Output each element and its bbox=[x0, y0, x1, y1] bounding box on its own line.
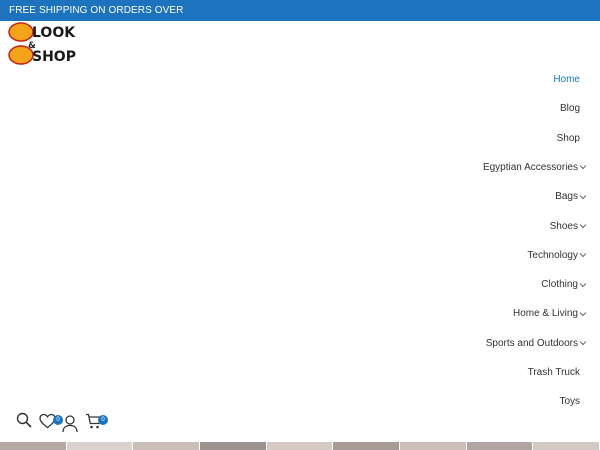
product-thumb[interactable] bbox=[533, 442, 600, 450]
product-image-strip bbox=[0, 442, 600, 450]
header-icons: 0 0 bbox=[16, 412, 126, 436]
account-user-icon[interactable] bbox=[62, 415, 80, 433]
nav-item-label: Shop bbox=[556, 132, 580, 144]
nav-item-shop[interactable]: Shop bbox=[557, 124, 580, 153]
nav-item-clothing[interactable]: Clothing bbox=[541, 270, 587, 299]
product-thumb[interactable] bbox=[333, 442, 401, 450]
product-thumb[interactable] bbox=[66, 442, 134, 450]
nav-item-bags[interactable]: Bags bbox=[555, 182, 587, 211]
nav-item-label: Home bbox=[553, 74, 580, 85]
nav-item-label: Clothing bbox=[541, 279, 578, 291]
chevron-down-icon bbox=[579, 312, 587, 317]
nav-item-trash-truck[interactable]: Trash Truck bbox=[528, 358, 580, 387]
product-thumb[interactable] bbox=[0, 442, 67, 450]
nav-item-label: Home & Living bbox=[512, 308, 578, 320]
promo-bar: FREE SHIPPING ON ORDERS OVER bbox=[0, 0, 600, 21]
chevron-down-icon bbox=[579, 253, 587, 258]
chevron-down-icon bbox=[579, 194, 587, 199]
chevron-down-icon bbox=[579, 165, 587, 170]
nav-item-label: Trash Truck bbox=[527, 367, 580, 378]
nav-item-home-living[interactable]: Home & Living bbox=[513, 299, 587, 328]
nav-item-blog[interactable]: Blog bbox=[560, 94, 580, 123]
product-thumb[interactable] bbox=[466, 442, 534, 450]
nav-item-label: Technology bbox=[527, 249, 578, 261]
promo-text: FREE SHIPPING ON ORDERS OVER bbox=[9, 5, 184, 16]
nav-item-home[interactable]: Home bbox=[553, 65, 580, 94]
nav-item-label: Egyptian Accessories bbox=[482, 161, 578, 173]
nav-item-toys[interactable]: Toys bbox=[559, 387, 580, 416]
site-logo[interactable]: LOOK & SHOP bbox=[8, 22, 80, 66]
nav-item-label: Toys bbox=[559, 396, 580, 408]
chevron-down-icon bbox=[579, 282, 587, 287]
cart-count-badge: 0 bbox=[98, 415, 108, 425]
nav-item-sports-and-outdoors[interactable]: Sports and Outdoors bbox=[486, 329, 587, 358]
product-thumb[interactable] bbox=[266, 442, 334, 450]
product-thumb[interactable] bbox=[200, 442, 267, 450]
nav-item-egyptian-accessories[interactable]: Egyptian Accessories bbox=[483, 153, 587, 182]
nav-item-label: Sports and Outdoors bbox=[485, 337, 578, 349]
nav-item-label: Bags bbox=[555, 191, 578, 203]
chevron-down-icon bbox=[579, 224, 587, 229]
chevron-down-icon bbox=[579, 341, 587, 346]
nav-item-label: Shoes bbox=[549, 220, 578, 232]
logo-line1: LOOK bbox=[32, 25, 76, 41]
nav-item-technology[interactable]: Technology bbox=[527, 241, 587, 270]
product-thumb[interactable] bbox=[400, 442, 467, 450]
product-thumb[interactable] bbox=[133, 442, 201, 450]
logo-line2: SHOP bbox=[32, 49, 76, 65]
search-icon[interactable] bbox=[16, 412, 34, 430]
nav-item-label: Blog bbox=[559, 103, 580, 115]
nav-item-shoes[interactable]: Shoes bbox=[550, 212, 587, 241]
look-and-shop-logo-icon: LOOK & SHOP bbox=[8, 22, 76, 65]
